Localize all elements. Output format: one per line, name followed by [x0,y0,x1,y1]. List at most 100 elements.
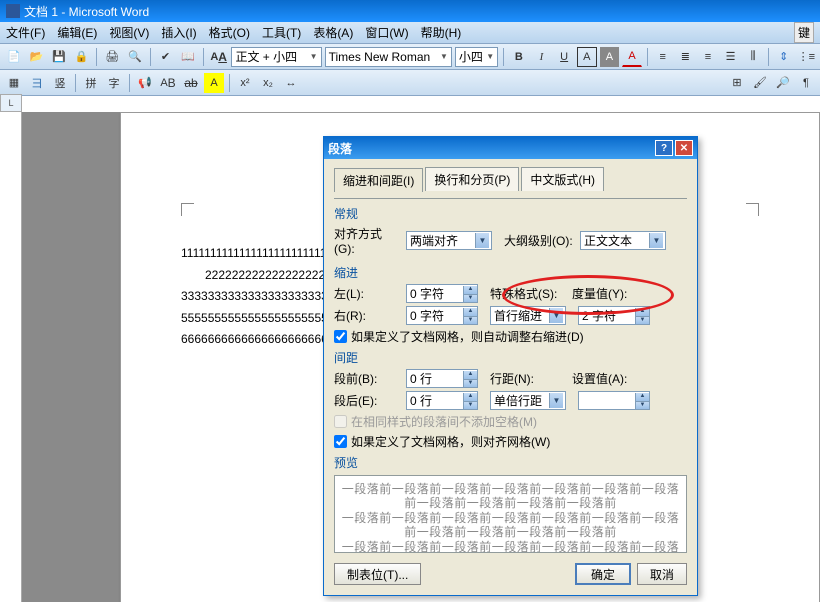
help-icon[interactable]: ? [655,140,673,156]
underline-button[interactable]: U [554,47,574,67]
checkbox-icon[interactable] [334,435,347,448]
dialog-title: 段落 [328,140,352,157]
menu-help[interactable]: 帮助(H) [421,24,462,41]
char-shading-button[interactable]: A [600,47,620,67]
char-border-button[interactable]: A [577,47,597,67]
align-right-icon[interactable]: ≡ [698,47,718,67]
italic-button[interactable]: I [532,47,552,67]
new-icon[interactable]: 📄 [4,47,24,67]
columns-icon[interactable]: ▦ [4,73,24,93]
style-aa-icon[interactable]: AA [209,47,229,67]
spin-down-icon[interactable]: ▼ [635,401,649,409]
tabs-button[interactable]: 制表位(T)... [334,563,421,585]
space-before-spinner[interactable]: 0 行 ▲▼ [406,369,478,388]
space-after-spinner[interactable]: 0 行 ▲▼ [406,391,478,410]
spin-down-icon[interactable]: ▼ [463,401,477,409]
spell-icon[interactable]: ✔ [156,47,176,67]
ruby-icon[interactable]: 拼 [81,73,101,93]
label-line-spacing: 行距(N): [490,370,560,387]
label-at: 设置值(A): [572,370,638,387]
chevron-down-icon: ▼ [549,393,563,408]
menu-insert[interactable]: 插入(I) [161,24,196,41]
at-spinner[interactable]: ▲▼ [578,391,650,410]
font-dropdown[interactable]: Times New Roman ▼ [325,47,452,67]
menubar: 文件(F) 编辑(E) 视图(V) 插入(I) 格式(O) 工具(T) 表格(A… [0,22,820,44]
print-icon[interactable]: 🖨 [102,47,122,67]
menu-format[interactable]: 格式(O) [209,24,250,41]
spin-down-icon[interactable]: ▼ [463,294,477,302]
align-center-icon[interactable]: ≣ [676,47,696,67]
auto-adjust-indent-checkbox[interactable]: 如果定义了文档网格，则自动调整右缩进(D) [334,328,687,345]
menu-tools[interactable]: 工具(T) [262,24,301,41]
alignment-dropdown[interactable]: 两端对齐 ▼ [406,231,492,250]
indent-by-spinner[interactable]: 2 字符 ▲▼ [578,306,650,325]
tab-line-page-breaks[interactable]: 换行和分页(P) [425,167,519,191]
vertical-text-icon[interactable]: 竖 [50,73,70,93]
keyboard-indicator: 键 [794,22,814,43]
tab-indent-spacing[interactable]: 缩进和间距(I) [334,168,423,192]
indent-right-spinner[interactable]: 0 字符 ▲▼ [406,306,478,325]
save-icon[interactable]: 💾 [49,47,69,67]
chevron-down-icon: ▼ [475,233,489,248]
numbering-icon[interactable]: ⋮≡ [797,47,817,67]
outline-level-dropdown[interactable]: 正文文本 ▼ [580,231,666,250]
vertical-ruler[interactable] [0,112,22,602]
preview-icon[interactable]: 🔍 [125,47,145,67]
space-before-value: 0 行 [410,370,432,387]
phonetic-icon[interactable]: 📢 [135,73,155,93]
subscript-icon[interactable]: x₂ [258,73,278,93]
menu-edit[interactable]: 编辑(E) [57,24,97,41]
menu-view[interactable]: 视图(V) [109,24,149,41]
superscript-icon[interactable]: x² [235,73,255,93]
spin-down-icon[interactable]: ▼ [463,379,477,387]
spin-up-icon[interactable]: ▲ [463,393,477,401]
spin-up-icon[interactable]: ▲ [463,286,477,294]
ok-button[interactable]: 确定 [575,563,631,585]
font-value: Times New Roman [329,50,431,64]
indent-left-spinner[interactable]: 0 字符 ▲▼ [406,284,478,303]
spin-up-icon[interactable]: ▲ [463,308,477,316]
line-spacing-icon[interactable]: ⇕ [774,47,794,67]
align-justify-icon[interactable]: ☰ [721,47,741,67]
format-painter-icon[interactable]: 🖌 [750,73,770,93]
combine-icon[interactable]: AB [158,73,178,93]
spin-up-icon[interactable]: ▲ [635,393,649,401]
tab-asian-typography[interactable]: 中文版式(H) [521,167,604,191]
find-icon[interactable]: 🔎 [773,73,793,93]
show-marks-icon[interactable]: ¶ [796,73,816,93]
label-indent-left: 左(L): [334,285,400,302]
enclose-icon[interactable]: 字 [104,73,124,93]
spin-down-icon[interactable]: ▼ [463,316,477,324]
app-titlebar: 文档 1 - Microsoft Word [0,0,820,22]
line-spacing-value: 单倍行距 [494,392,542,409]
checkbox-icon[interactable] [334,330,347,343]
special-indent-dropdown[interactable]: 首行缩进 ▼ [490,306,566,325]
permission-icon[interactable]: 🔒 [72,47,92,67]
menu-file[interactable]: 文件(F) [6,24,45,41]
close-icon[interactable]: ✕ [675,140,693,156]
research-icon[interactable]: 📖 [178,47,198,67]
highlight-icon[interactable]: A [204,73,224,93]
draw-grid-icon[interactable]: ⊞ [727,73,747,93]
cancel-button[interactable]: 取消 [637,563,687,585]
bold-button[interactable]: B [509,47,529,67]
align-left-icon[interactable]: ≡ [653,47,673,67]
text-dir-icon[interactable]: 彐 [27,73,47,93]
snap-to-grid-checkbox[interactable]: 如果定义了文档网格，则对齐网格(W) [334,433,687,450]
spin-up-icon[interactable]: ▲ [463,371,477,379]
chevron-down-icon: ▼ [310,52,318,61]
menu-window[interactable]: 窗口(W) [365,24,408,41]
font-color-button[interactable]: A [622,47,642,67]
ruler-corner[interactable]: L [0,94,22,112]
scale-icon[interactable]: ↔ [281,73,301,93]
menu-table[interactable]: 表格(A) [313,24,353,41]
open-icon[interactable]: 📂 [27,47,47,67]
style-dropdown[interactable]: 正文 + 小四 ▼ [231,47,321,67]
dialog-titlebar[interactable]: 段落 ? ✕ [324,137,697,159]
size-dropdown[interactable]: 小四 ▼ [455,47,498,67]
spin-down-icon[interactable]: ▼ [635,316,649,324]
strike-icon[interactable]: ab [181,73,201,93]
distribute-icon[interactable]: ⫼ [743,47,763,67]
spin-up-icon[interactable]: ▲ [635,308,649,316]
line-spacing-dropdown[interactable]: 单倍行距 ▼ [490,391,566,410]
